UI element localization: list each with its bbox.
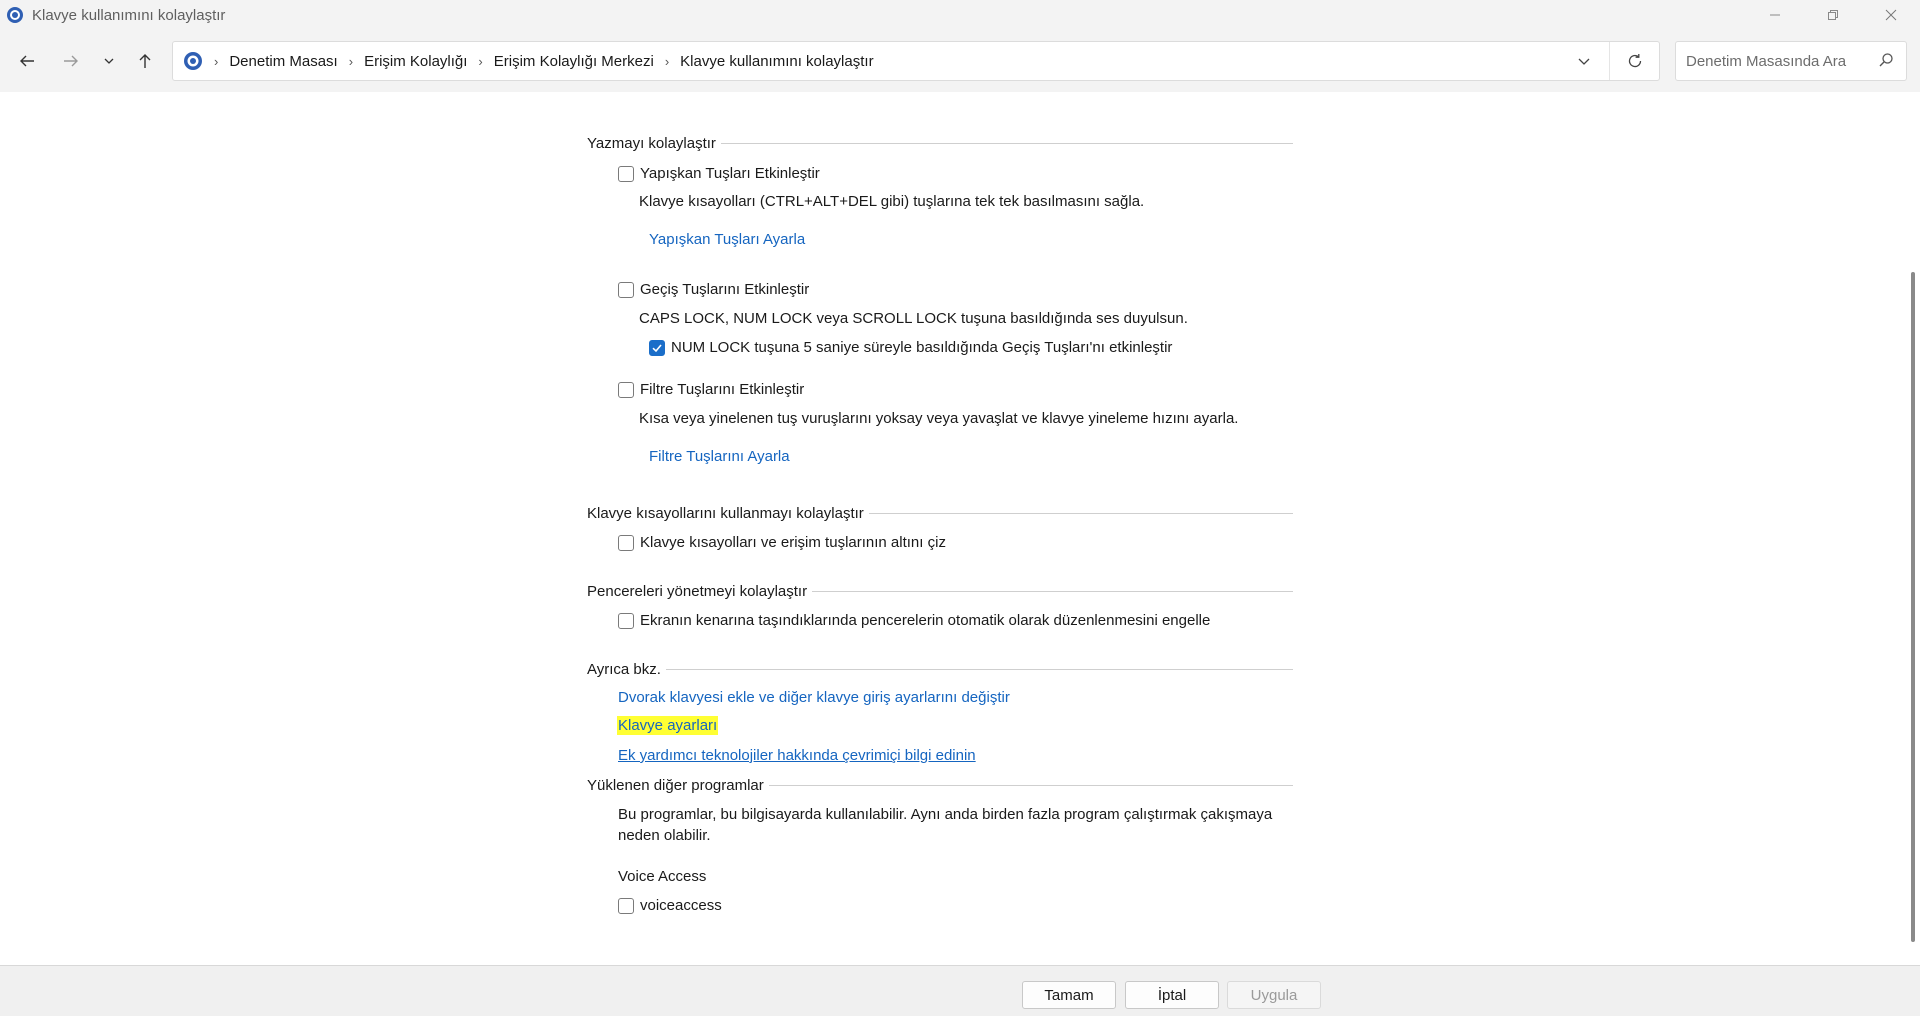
section-divider [868, 512, 1293, 514]
section-typing: Yazmayı kolaylaştır [587, 133, 1293, 153]
underline-shortcuts-label[interactable]: Klavye kısayolları ve erişim tuşlarının … [640, 534, 946, 551]
section-shortcuts: Klavye kısayollarını kullanmayı kolaylaş… [587, 503, 1293, 523]
section-divider [665, 668, 1293, 670]
sticky-keys-option[interactable]: Yapışkan Tuşları Etkinleştir [618, 165, 820, 182]
main-content: Yazmayı kolaylaştır Yapışkan Tuşları Etk… [0, 92, 1906, 965]
close-button[interactable] [1862, 0, 1920, 30]
arrow-up-icon [139, 54, 151, 68]
scrollbar-thumb[interactable] [1911, 272, 1915, 942]
restore-icon [1828, 10, 1838, 20]
ok-button[interactable]: Tamam [1022, 981, 1116, 1009]
sticky-keys-settings-link[interactable]: Yapışkan Tuşları Ayarla [649, 231, 805, 248]
section-other-programs-title: Yüklenen diğer programlar [587, 776, 764, 794]
recent-locations-button[interactable] [93, 46, 125, 76]
sticky-keys-checkbox[interactable] [618, 165, 634, 182]
section-other-programs: Yüklenen diğer programlar [587, 775, 1293, 795]
control-panel-icon [184, 52, 202, 70]
voiceaccess-checkbox[interactable] [618, 897, 634, 914]
address-bar[interactable]: › Denetim Masası › Erişim Kolaylığı › Er… [172, 41, 1660, 81]
toggle-keys-numlock-option[interactable]: NUM LOCK tuşuna 5 saniye süreyle basıldı… [649, 339, 1172, 356]
checkmark-icon [652, 343, 662, 352]
section-windows-title: Pencereleri yönetmeyi kolaylaştır [587, 582, 808, 600]
minimize-button[interactable] [1746, 0, 1804, 30]
breadcrumb-current-page[interactable]: Klavye kullanımını kolaylaştır [680, 53, 873, 70]
minimize-icon [1770, 14, 1780, 16]
navigation-bar: › Denetim Masası › Erişim Kolaylığı › Er… [0, 30, 1920, 92]
search-box [1675, 41, 1907, 81]
assistive-tech-online-link[interactable]: Ek yardımcı teknolojiler hakkında çevrim… [618, 747, 976, 764]
cancel-button[interactable]: İptal [1125, 981, 1219, 1009]
search-input[interactable] [1686, 52, 1876, 70]
breadcrumb-ease-of-access-center[interactable]: Erişim Kolaylığı Merkezi [494, 53, 654, 70]
prevent-snap-checkbox[interactable] [618, 612, 634, 629]
chevron-down-icon [104, 58, 114, 64]
back-button[interactable] [11, 46, 43, 76]
filter-keys-option[interactable]: Filtre Tuşlarını Etkinleştir [618, 381, 804, 398]
section-divider [720, 142, 1293, 144]
refresh-icon [1628, 54, 1641, 68]
window-controls [1746, 0, 1920, 30]
filter-keys-label[interactable]: Filtre Tuşlarını Etkinleştir [640, 381, 804, 398]
other-programs-description: Bu programlar, bu bilgisayarda kullanıla… [618, 806, 1273, 844]
breadcrumb-control-panel[interactable]: Denetim Masası [229, 53, 337, 70]
toggle-keys-description: CAPS LOCK, NUM LOCK veya SCROLL LOCK tuş… [639, 310, 1188, 327]
address-dropdown-button[interactable] [1559, 42, 1609, 80]
toggle-keys-option[interactable]: Geçiş Tuşlarını Etkinleştir [618, 281, 809, 298]
voice-access-group-title: Voice Access [618, 868, 707, 885]
arrow-left-icon [20, 55, 34, 67]
toggle-keys-checkbox[interactable] [618, 281, 634, 298]
window-title: Klavye kullanımını kolaylaştır [32, 6, 226, 24]
close-icon [1885, 9, 1897, 21]
section-windows: Pencereleri yönetmeyi kolaylaştır [587, 581, 1293, 601]
underline-shortcuts-checkbox[interactable] [618, 534, 634, 551]
section-typing-title: Yazmayı kolaylaştır [587, 134, 716, 152]
voiceaccess-option[interactable]: voiceaccess [618, 897, 722, 914]
toggle-keys-label[interactable]: Geçiş Tuşlarını Etkinleştir [640, 281, 809, 298]
prevent-snap-option[interactable]: Ekranın kenarına taşındıklarında pencere… [618, 612, 1210, 629]
section-see-also-title: Ayrıca bkz. [587, 660, 661, 678]
sticky-keys-description: Klavye kısayolları (CTRL+ALT+DEL gibi) t… [639, 193, 1145, 210]
arrow-right-icon [64, 55, 78, 67]
filter-keys-checkbox[interactable] [618, 381, 634, 398]
search-icon[interactable] [1878, 52, 1894, 68]
chevron-down-icon [1578, 58, 1590, 65]
sticky-keys-label[interactable]: Yapışkan Tuşları Etkinleştir [640, 165, 820, 182]
toggle-keys-numlock-label[interactable]: NUM LOCK tuşuna 5 saniye süreyle basıldı… [671, 339, 1172, 356]
toggle-keys-numlock-checkbox[interactable] [649, 339, 665, 356]
up-button[interactable] [129, 46, 161, 76]
underline-shortcuts-option[interactable]: Klavye kısayolları ve erişim tuşlarının … [618, 534, 946, 551]
refresh-button[interactable] [1609, 42, 1659, 80]
vertical-scrollbar[interactable] [1906, 92, 1920, 965]
chevron-right-icon: › [214, 53, 219, 69]
chevron-right-icon[interactable]: › [478, 54, 482, 69]
keyboard-settings-link[interactable]: Klavye ayarları [617, 716, 719, 735]
chevron-right-icon[interactable]: › [665, 54, 669, 69]
filter-keys-settings-link[interactable]: Filtre Tuşlarını Ayarla [649, 448, 790, 465]
section-see-also: Ayrıca bkz. [587, 659, 1293, 679]
filter-keys-description: Kısa veya yinelenen tuş vuruşlarını yoks… [639, 410, 1239, 427]
forward-button[interactable] [55, 46, 87, 76]
dialog-footer: Tamam İptal Uygula [0, 965, 1920, 1016]
restore-button[interactable] [1804, 0, 1862, 30]
voiceaccess-label[interactable]: voiceaccess [640, 897, 722, 914]
section-shortcuts-title: Klavye kısayollarını kullanmayı kolaylaş… [587, 504, 864, 522]
dvorak-keyboard-link[interactable]: Dvorak klavyesi ekle ve diğer klavye gir… [618, 689, 1010, 706]
section-divider [812, 590, 1293, 592]
prevent-snap-label[interactable]: Ekranın kenarına taşındıklarında pencere… [640, 612, 1210, 629]
breadcrumb-ease-of-access[interactable]: Erişim Kolaylığı [364, 53, 467, 70]
chevron-right-icon[interactable]: › [349, 54, 353, 69]
title-bar: Klavye kullanımını kolaylaştır [0, 0, 1920, 30]
apply-button[interactable]: Uygula [1227, 981, 1321, 1009]
section-divider [768, 784, 1293, 786]
control-panel-icon [7, 7, 23, 23]
